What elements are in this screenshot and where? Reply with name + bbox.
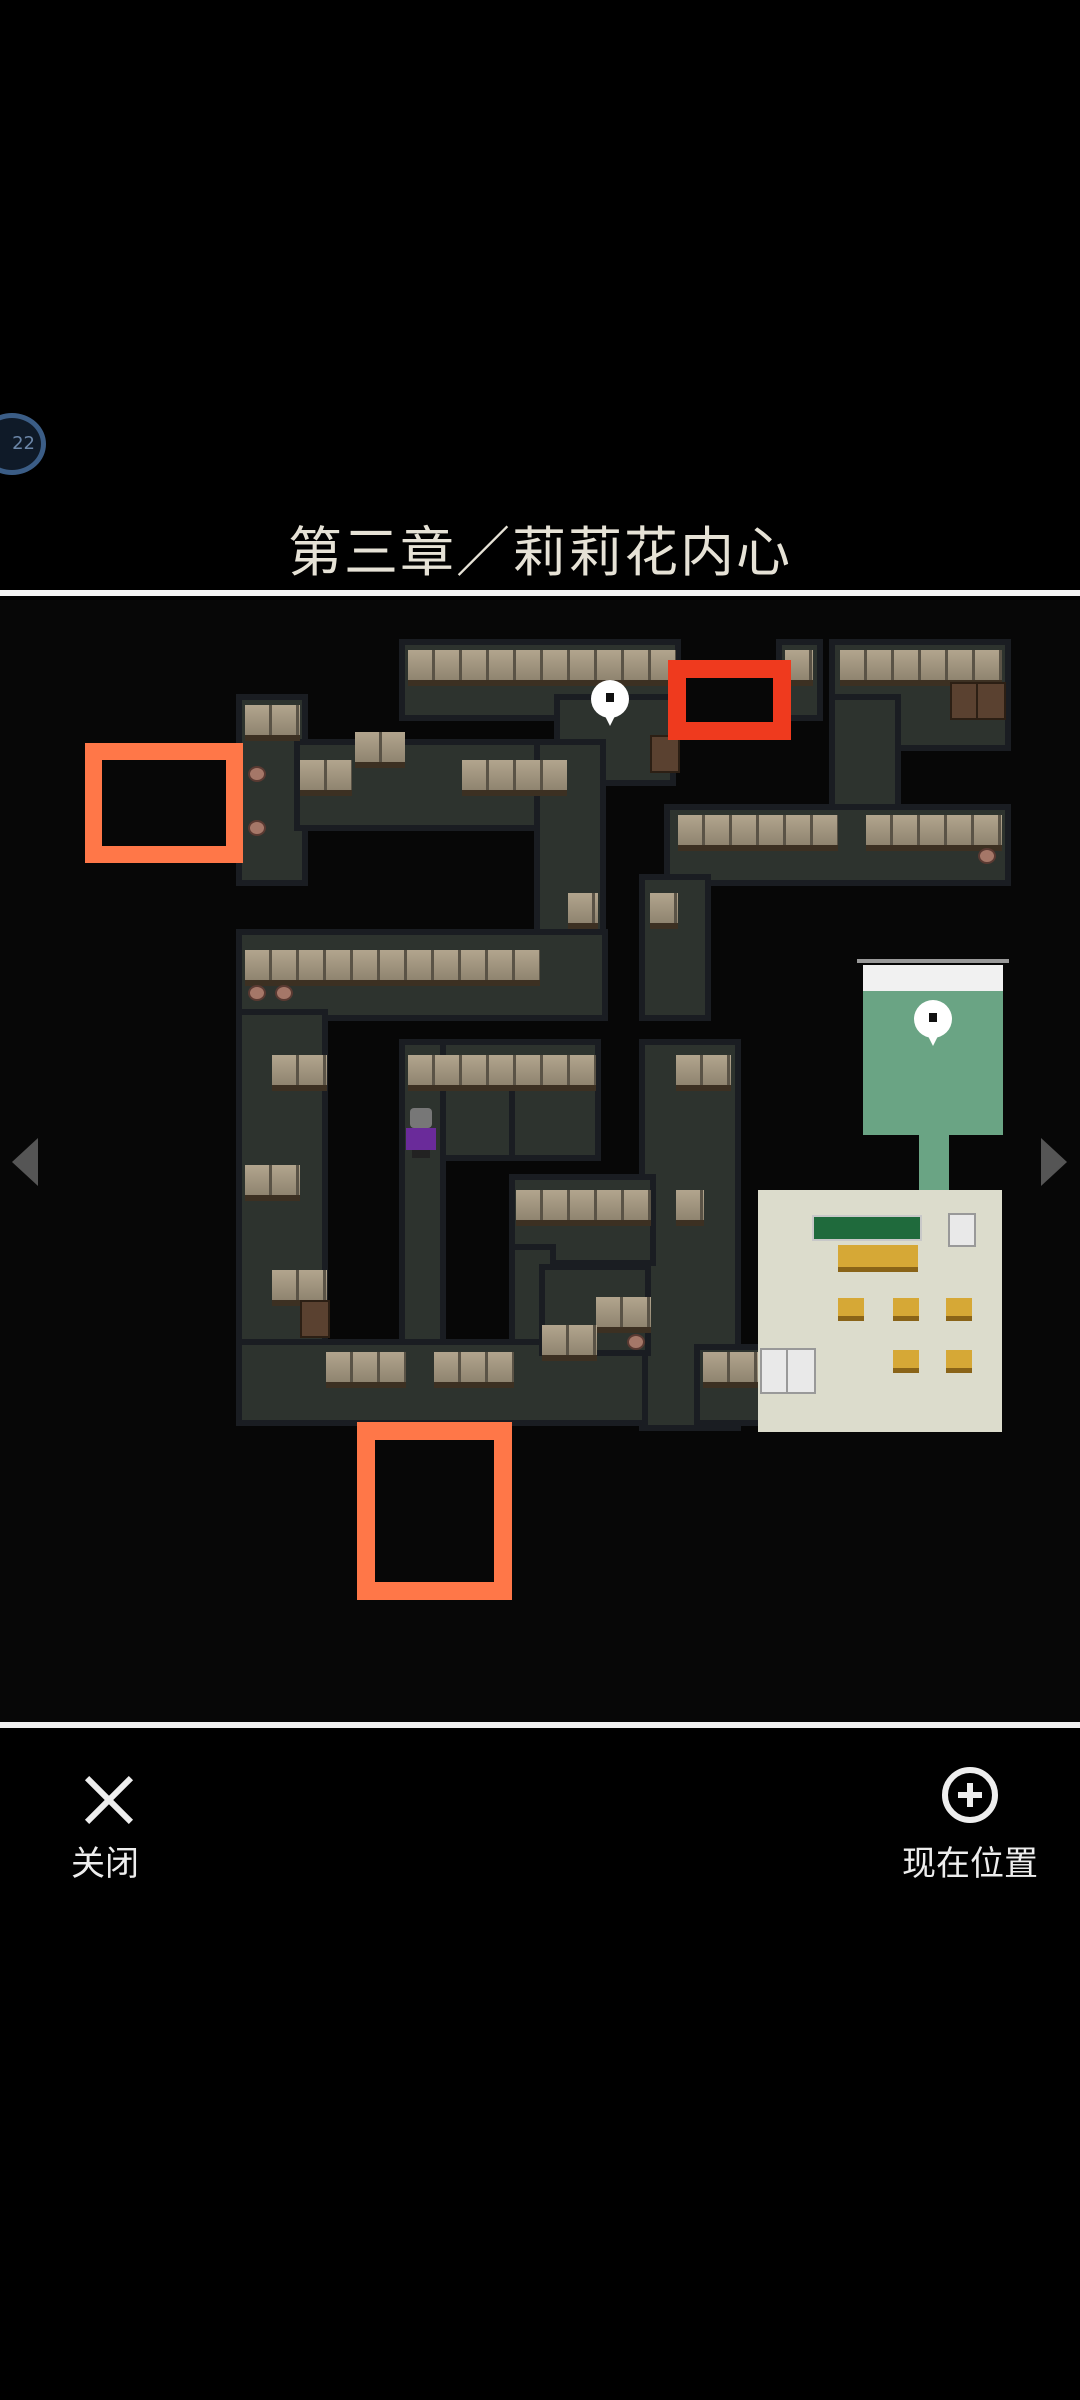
wooden-crate <box>650 735 680 773</box>
chevron-right-icon[interactable] <box>1041 1138 1067 1186</box>
wooden-crate <box>976 682 1006 720</box>
locate-icon <box>942 1767 998 1823</box>
stone-wall <box>245 950 540 986</box>
school-desk <box>893 1298 919 1321</box>
stone-wall <box>326 1352 406 1388</box>
highlight-box-bottom <box>357 1422 512 1600</box>
close-label: 关闭 <box>71 1844 139 1884</box>
game-screen: 22 第三章／莉莉花内心 关闭 现在位置 <box>0 0 1080 2400</box>
stone-wall <box>300 760 352 796</box>
stone-wall <box>272 1055 327 1091</box>
highlight-box-top <box>668 660 791 740</box>
stone-wall <box>355 732 405 768</box>
map-pin-icon[interactable] <box>591 680 629 726</box>
stone-wall <box>434 1352 514 1388</box>
counter-badge[interactable]: 22 <box>0 413 46 475</box>
sink <box>948 1213 976 1247</box>
stone-wall <box>596 1297 651 1333</box>
highlight-box-left <box>85 743 243 863</box>
room-passage <box>919 1135 949 1191</box>
current-location-label: 现在位置 <box>902 1844 1038 1884</box>
stone-wall <box>650 893 678 929</box>
corridor <box>515 1080 595 1155</box>
stone-wall <box>408 650 676 686</box>
stone-wall <box>678 815 838 851</box>
clay-pot <box>248 766 266 782</box>
clay-pot <box>248 985 266 1001</box>
stone-wall <box>840 650 1002 686</box>
player-sprite <box>404 1108 436 1158</box>
stone-wall <box>676 1055 731 1091</box>
close-icon <box>84 1775 134 1825</box>
stone-wall <box>462 760 567 796</box>
clay-pot <box>275 985 293 1001</box>
stone-wall <box>516 1190 651 1226</box>
locker <box>786 1348 816 1394</box>
clay-pot <box>248 820 266 836</box>
chevron-left-icon[interactable] <box>12 1138 38 1186</box>
stone-wall <box>568 893 598 929</box>
wooden-crate <box>300 1300 330 1338</box>
stone-wall <box>703 1352 758 1388</box>
school-desk <box>946 1350 972 1373</box>
stone-wall <box>676 1190 704 1226</box>
stone-wall <box>542 1325 597 1361</box>
school-desk <box>893 1350 919 1373</box>
teacher-desk <box>838 1245 918 1272</box>
stone-wall <box>245 705 300 741</box>
top-divider <box>0 590 1080 596</box>
chapter-title: 第三章／莉莉花内心 <box>288 521 792 584</box>
clay-pot <box>627 1334 645 1350</box>
stone-wall <box>245 1165 300 1201</box>
blackboard <box>812 1215 922 1241</box>
stone-wall <box>408 1055 596 1091</box>
green-room <box>857 959 1009 1135</box>
clay-pot <box>978 848 996 864</box>
stone-wall <box>866 815 1002 851</box>
school-desk <box>946 1298 972 1321</box>
bottom-divider <box>0 1722 1080 1728</box>
school-desk <box>838 1298 864 1321</box>
map-pin-icon[interactable] <box>914 1000 952 1046</box>
